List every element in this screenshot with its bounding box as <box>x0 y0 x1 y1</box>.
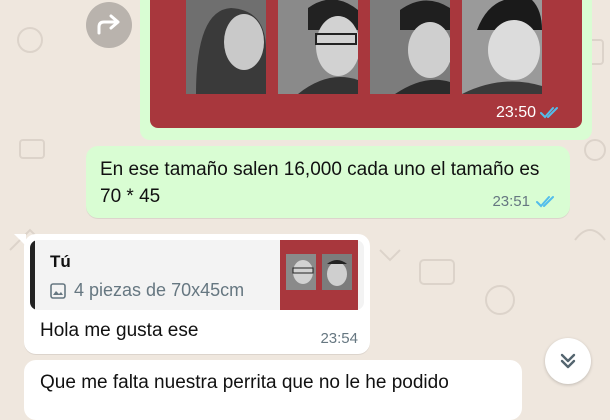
message-text: En ese tamaño salen 16,000 cada uno el t… <box>100 159 540 207</box>
portrait-photo-3 <box>370 0 450 94</box>
outgoing-message-bubble[interactable]: En ese tamaño salen 16,000 cada uno el t… <box>86 146 570 218</box>
portrait-photo-2 <box>278 0 358 94</box>
quoted-description: 4 piezas de 70x45cm <box>74 280 245 300</box>
image-message-bubble[interactable]: 23:50 <box>140 0 592 140</box>
quoted-author: Tú <box>50 252 71 271</box>
message-meta: 23:51 <box>492 193 558 210</box>
quote-accent-bar <box>30 240 35 310</box>
message-text: Que me falta nuestra perrita que no le h… <box>40 372 449 393</box>
quoted-image-thumbnail <box>280 240 358 310</box>
double-check-icon <box>536 195 554 207</box>
portrait-photo-4 <box>462 0 542 94</box>
message-time: 23:51 <box>492 193 530 210</box>
portrait-photo-1 <box>186 0 266 94</box>
double-chevron-down-icon <box>560 353 576 369</box>
message-time: 23:54 <box>320 330 358 347</box>
image-message-meta: 23:50 <box>496 104 562 122</box>
forward-icon <box>97 14 120 35</box>
shared-photo-frame[interactable]: 23:50 <box>150 0 582 128</box>
message-time: 23:50 <box>495 104 536 121</box>
image-icon <box>50 282 66 299</box>
quoted-description-row: 4 piezas de 70x45cm <box>50 280 244 301</box>
double-check-icon <box>540 107 558 119</box>
message-text: Hola me gusta ese <box>40 320 199 341</box>
forward-button[interactable] <box>86 2 132 48</box>
scroll-to-bottom-button[interactable] <box>545 338 591 384</box>
quoted-message[interactable]: Tú 4 piezas de 70x45cm <box>30 240 364 310</box>
incoming-reply-bubble[interactable]: Tú 4 piezas de 70x45cm Hola me gusta ese… <box>14 234 370 354</box>
incoming-message-bubble[interactable]: Que me falta nuestra perrita que no le h… <box>24 360 522 420</box>
